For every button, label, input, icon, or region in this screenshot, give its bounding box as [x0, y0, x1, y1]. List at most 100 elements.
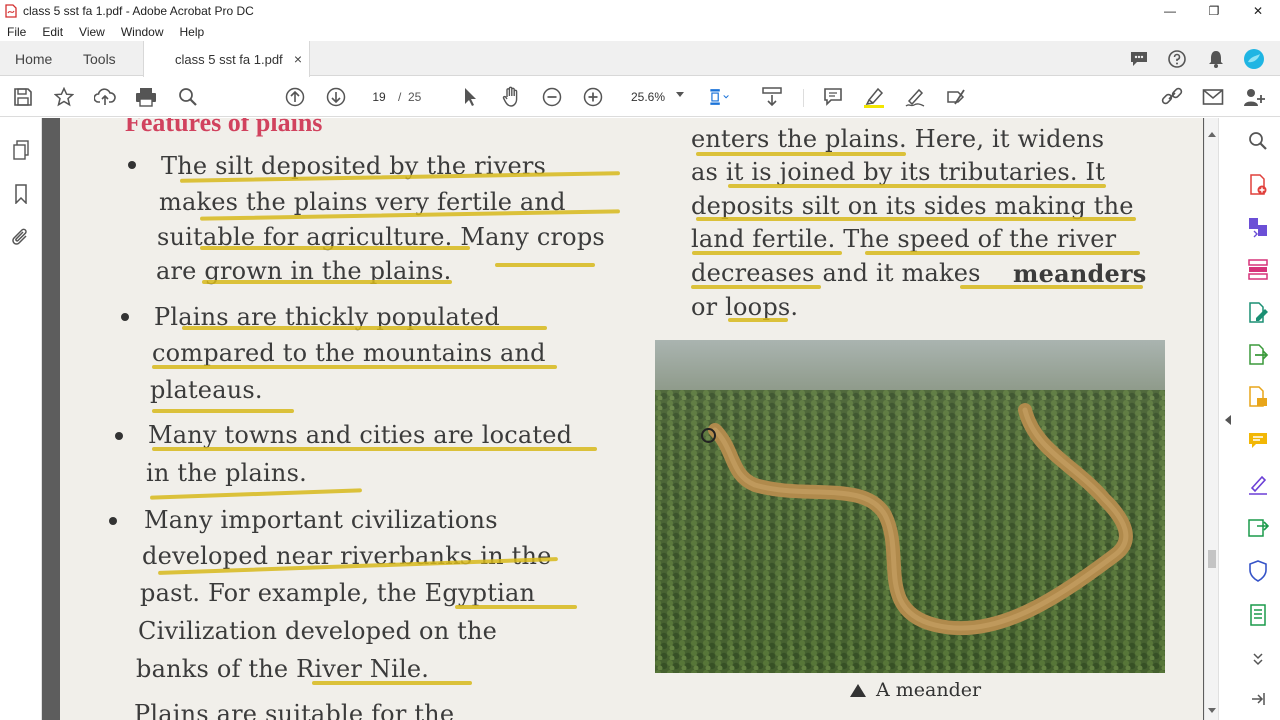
- document-view[interactable]: Features of plains The silt deposited by…: [42, 118, 1204, 720]
- main-toolbar: 19 / 25 25.6%: [0, 77, 1280, 117]
- hand-tool-icon[interactable]: [500, 86, 522, 108]
- scrollbar-thumb[interactable]: [1208, 550, 1216, 568]
- user-avatar-icon[interactable]: [1243, 48, 1265, 70]
- highlight-underline: [865, 251, 1140, 255]
- find-icon[interactable]: [1247, 130, 1269, 152]
- highlight-underline: [728, 318, 788, 322]
- share-link-icon[interactable]: [1161, 86, 1183, 108]
- highlight-underline: [696, 152, 906, 156]
- highlight-underline: [696, 217, 1136, 221]
- next-page-icon[interactable]: [325, 86, 347, 108]
- collapse-panel-arrow-icon[interactable]: [1247, 688, 1269, 710]
- tab-tools[interactable]: Tools: [83, 41, 116, 76]
- protect-shield-icon[interactable]: [1247, 560, 1269, 582]
- menu-window[interactable]: Window: [113, 25, 172, 39]
- tab-home[interactable]: Home: [15, 41, 52, 76]
- zoom-level-value: 25.6%: [631, 90, 666, 104]
- create-pdf-icon[interactable]: [1247, 174, 1269, 196]
- bold-term: meanders: [1013, 259, 1147, 288]
- bookmarks-icon[interactable]: [10, 183, 32, 205]
- highlight-underline: [692, 251, 842, 255]
- zoom-dropdown-caret-icon[interactable]: [676, 92, 684, 97]
- vertical-scrollbar[interactable]: [1204, 118, 1218, 720]
- add-comment-icon[interactable]: [822, 86, 844, 108]
- notifications-bell-icon[interactable]: [1205, 48, 1227, 70]
- bullet-icon: [121, 313, 129, 321]
- minimize-button[interactable]: —: [1148, 0, 1192, 22]
- text-line: banks of the River Nile.: [136, 655, 430, 683]
- highlight-underline: [200, 246, 470, 250]
- organize-pages-icon[interactable]: [1247, 258, 1269, 280]
- expand-tools-panel-icon[interactable]: [1225, 415, 1231, 425]
- bullet-icon: [115, 432, 123, 440]
- cloud-upload-icon[interactable]: [94, 86, 116, 108]
- search-icon[interactable]: [177, 86, 199, 108]
- fit-page-icon[interactable]: [708, 86, 730, 108]
- print-icon[interactable]: [135, 86, 157, 108]
- enhance-scans-icon[interactable]: [1247, 386, 1269, 408]
- text-line: Many important civilizations: [144, 506, 498, 534]
- attachments-icon[interactable]: [10, 226, 32, 248]
- highlight-underline: [149, 488, 363, 500]
- highlight-underline: [202, 280, 452, 284]
- scroll-mode-icon[interactable]: [761, 86, 783, 108]
- highlight-underline: [152, 365, 557, 369]
- select-cursor-icon[interactable]: [459, 86, 481, 108]
- highlight-underline: [152, 409, 294, 413]
- close-tab-icon[interactable]: ×: [294, 51, 302, 67]
- send-for-signature-icon[interactable]: [1247, 516, 1269, 538]
- email-icon[interactable]: [1202, 86, 1224, 108]
- tools-panel: [1218, 118, 1280, 720]
- text-line: or loops.: [691, 293, 799, 321]
- text-line: land fertile. The speed of the river: [691, 225, 1117, 253]
- text-line: past. For example, the Egyptian: [140, 579, 536, 607]
- highlight-underline: [455, 605, 577, 609]
- bookmark-star-icon[interactable]: [53, 86, 75, 108]
- fill-sign-tool-icon[interactable]: [1247, 473, 1269, 495]
- add-user-icon[interactable]: [1243, 86, 1265, 108]
- page-total: 25: [408, 90, 422, 104]
- expand-tools-chevron-icon[interactable]: [1247, 648, 1269, 670]
- text-line: as it is joined by its tributaries. It: [691, 158, 1106, 186]
- mouse-cursor-icon: [701, 428, 716, 443]
- combine-files-icon[interactable]: [1247, 216, 1269, 238]
- menu-edit[interactable]: Edit: [34, 25, 71, 39]
- zoom-level-select[interactable]: 25.6%: [624, 86, 688, 108]
- text-line: Plains are suitable for the: [134, 700, 455, 720]
- scroll-up-icon[interactable]: [1208, 132, 1216, 137]
- page-thumbnails-icon[interactable]: [10, 139, 32, 161]
- highlight-underline: [182, 326, 547, 330]
- comment-tool-icon[interactable]: [1247, 430, 1269, 452]
- menu-file[interactable]: File: [0, 25, 34, 39]
- text-line: compared to the mountains and: [152, 339, 546, 367]
- menu-view[interactable]: View: [71, 25, 113, 39]
- draw-signature-icon[interactable]: [904, 86, 926, 108]
- menu-bar: File Edit View Window Help: [0, 22, 1280, 41]
- tab-document[interactable]: class 5 sst fa 1.pdf ×: [143, 41, 310, 77]
- bullet-icon: [109, 517, 117, 525]
- zoom-in-icon[interactable]: [582, 86, 604, 108]
- edit-pdf-icon[interactable]: [1247, 302, 1269, 324]
- caption-text: A meander: [876, 679, 982, 701]
- tab-bar: Home Tools class 5 sst fa 1.pdf ×: [0, 41, 1280, 77]
- highlight-underline: [495, 263, 595, 267]
- previous-page-icon[interactable]: [284, 86, 306, 108]
- highlight-underline: [152, 447, 597, 451]
- restore-button[interactable]: ❐: [1192, 0, 1236, 22]
- comments-icon[interactable]: [1128, 48, 1150, 70]
- close-window-button[interactable]: ✕: [1236, 0, 1280, 22]
- export-pdf-icon[interactable]: [1247, 344, 1269, 366]
- zoom-out-icon[interactable]: [541, 86, 563, 108]
- highlight-underline: [312, 681, 472, 685]
- page-separator: /: [398, 90, 402, 104]
- scroll-down-icon[interactable]: [1208, 708, 1216, 713]
- fill-and-sign-icon[interactable]: [945, 86, 967, 108]
- page-number-input[interactable]: 19: [364, 86, 394, 108]
- highlight-pen-icon[interactable]: [863, 86, 885, 108]
- bullet-icon: [128, 161, 136, 169]
- save-icon[interactable]: [12, 86, 34, 108]
- menu-help[interactable]: Help: [172, 25, 213, 39]
- help-icon[interactable]: [1166, 48, 1188, 70]
- document-tab-label: class 5 sst fa 1.pdf: [175, 51, 283, 67]
- more-tools-icon[interactable]: [1247, 604, 1269, 626]
